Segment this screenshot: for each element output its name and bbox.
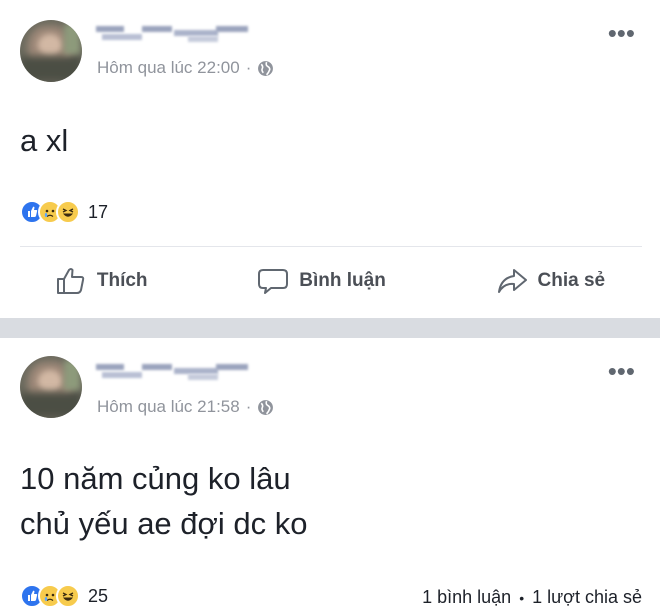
comment-label: Bình luận [299, 270, 386, 291]
comment-count-link[interactable]: 1 bình luận [422, 587, 511, 608]
reaction-count: 17 [88, 201, 109, 222]
engagement-summary: 1 bình luận • 1 lượt chia sẻ [422, 587, 642, 608]
avatar[interactable] [20, 20, 82, 82]
timestamp[interactable]: Hôm qua lúc 21:58 [97, 397, 240, 417]
reaction-count: 25 [88, 585, 109, 606]
share-icon [497, 269, 527, 293]
globe-icon [258, 60, 274, 76]
post-text: a xl [20, 118, 68, 163]
reactions-summary[interactable]: 17 [20, 200, 108, 224]
comment-icon [258, 269, 289, 294]
post-2: Hôm qua lúc 21:58 · ••• 10 năm củng ko l… [0, 338, 660, 614]
globe-icon [258, 399, 274, 415]
share-label: Chia sẻ [537, 270, 606, 291]
divider [20, 246, 642, 247]
post-meta: Hôm qua lúc 21:58 · [97, 397, 274, 417]
more-options-button[interactable]: ••• [608, 358, 635, 384]
reactions-summary[interactable]: 25 [20, 584, 108, 608]
more-options-button[interactable]: ••• [608, 20, 635, 46]
haha-reaction-icon [56, 584, 80, 608]
post-text-line: 10 năm củng ko lâu [20, 461, 291, 496]
post-meta: Hôm qua lúc 22:00 · [97, 58, 274, 78]
comment-button[interactable]: Bình luận [257, 266, 386, 296]
meta-separator: · [245, 397, 252, 416]
like-button[interactable]: Thích [55, 266, 148, 296]
author-name-blurred[interactable] [96, 22, 250, 44]
avatar[interactable] [20, 356, 82, 418]
post-text-line: a xl [20, 123, 69, 158]
meta-separator: · [245, 58, 252, 77]
timestamp[interactable]: Hôm qua lúc 22:00 [97, 58, 240, 78]
feed-separator [0, 318, 660, 338]
post-1: Hôm qua lúc 22:00 · ••• a xl 17 Thích Bì… [0, 0, 660, 318]
post-actions: Thích Bình luận Chia sẻ [0, 266, 660, 296]
author-name-blurred[interactable] [96, 360, 250, 382]
post-text-line: chủ yếu ae đợi dc ko [20, 506, 308, 541]
haha-reaction-icon [56, 200, 80, 224]
share-count-link[interactable]: 1 lượt chia sẻ [532, 587, 642, 608]
post-text: 10 năm củng ko lâu chủ yếu ae đợi dc ko [20, 456, 307, 546]
like-label: Thích [96, 270, 148, 291]
share-button[interactable]: Chia sẻ [496, 266, 606, 296]
thumbs-up-icon [56, 268, 85, 294]
engagement-separator: • [519, 589, 525, 606]
